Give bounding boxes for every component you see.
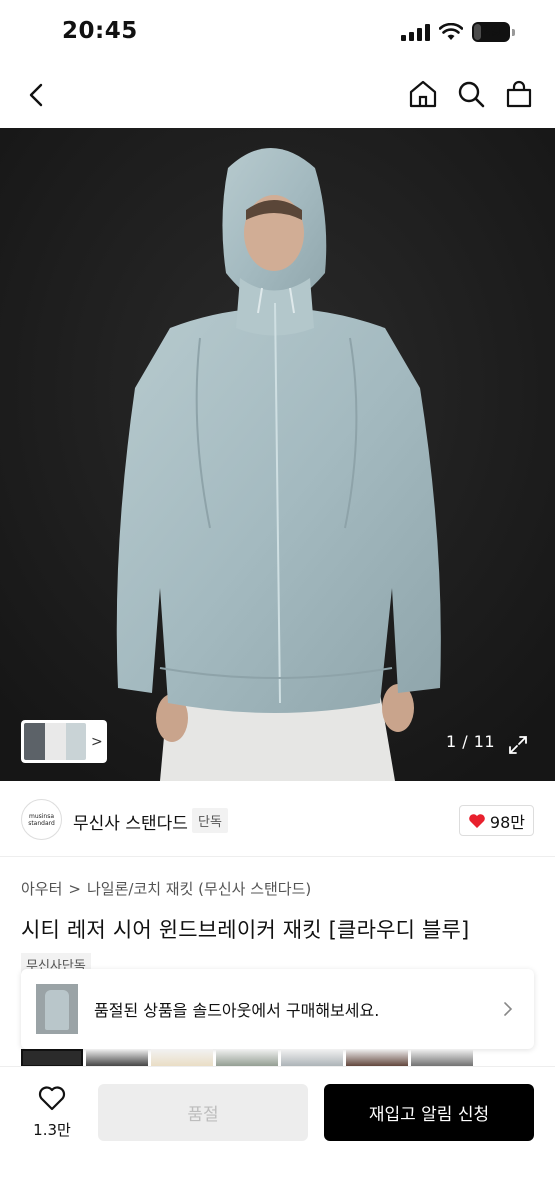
status-bar: 20:45 29 — [0, 0, 555, 62]
gallery-page-counter: 1 / 11 — [446, 732, 496, 751]
product-image-gallery[interactable]: > 1 / 11 — [0, 128, 555, 781]
color-thumbnail[interactable] — [216, 1049, 278, 1067]
status-time: 20:45 — [62, 18, 138, 44]
soldout-banner[interactable]: 품절된 상품을 솔드아웃에서 구매해보세요. — [21, 969, 534, 1049]
wishlist-button[interactable]: 1.3만 — [28, 1085, 76, 1140]
color-thumbnail[interactable] — [21, 1049, 83, 1067]
brand-logo-line2: standard — [28, 819, 55, 827]
breadcrumb-item[interactable]: 나일론/코치 재킷 (무신사 스탠다드) — [87, 878, 311, 899]
breadcrumb: 아우터 > 나일론/코치 재킷 (무신사 스탠다드) — [21, 878, 311, 899]
home-icon[interactable] — [407, 78, 439, 110]
color-thumbnail[interactable] — [86, 1049, 148, 1067]
heart-filled-icon — [469, 813, 485, 828]
expand-icon[interactable] — [507, 734, 529, 756]
brand-logo-line1: musinsa — [28, 812, 55, 820]
product-photo — [0, 128, 555, 781]
brand-row: musinsa standard 무신사 스탠다드 단독 98만 — [0, 781, 555, 857]
nav-bar — [0, 62, 555, 128]
chevron-right-icon — [504, 1002, 513, 1016]
bottom-action-bar: 1.3만 품절 재입고 알림 신청 — [0, 1066, 555, 1200]
status-icons: 29 — [401, 22, 515, 42]
search-icon[interactable] — [455, 78, 487, 110]
wifi-icon — [439, 23, 463, 40]
restock-alert-button[interactable]: 재입고 알림 신청 — [324, 1084, 534, 1141]
color-thumbnail[interactable] — [281, 1049, 343, 1067]
wishlist-count: 1.3만 — [33, 1121, 71, 1139]
signal-icon — [401, 23, 430, 41]
back-icon[interactable] — [22, 80, 52, 110]
brand-like-button[interactable]: 98만 — [458, 805, 534, 836]
color-thumbnail[interactable] — [151, 1049, 213, 1067]
brand-like-count: 98만 — [489, 812, 525, 832]
battery-cap — [512, 28, 515, 36]
battery-icon: 29 — [472, 22, 510, 42]
exclusive-badge: 단독 — [192, 808, 228, 833]
product-title: 시티 레저 시어 윈드브레이커 재킷 [클라우디 블루] — [21, 918, 470, 942]
brand-name[interactable]: 무신사 스탠다드 — [73, 809, 188, 834]
color-thumbnail[interactable] — [346, 1049, 408, 1067]
color-thumbnail-strip — [21, 1049, 555, 1067]
battery-level — [474, 24, 482, 40]
chevron-right-icon: > — [91, 733, 103, 750]
brand-logo[interactable]: musinsa standard — [21, 799, 62, 840]
chevron-right-icon: > — [68, 879, 81, 898]
battery-percent: 29 — [481, 24, 501, 40]
shopping-bag-icon[interactable] — [503, 78, 535, 110]
breadcrumb-item[interactable]: 아우터 — [21, 878, 62, 899]
gallery-preview-thumbnail — [24, 723, 86, 760]
gallery-preview-button[interactable]: > — [21, 720, 107, 763]
soldout-banner-text: 품절된 상품을 솔드아웃에서 구매해보세요. — [94, 1001, 380, 1020]
soldout-button[interactable]: 품절 — [98, 1084, 308, 1141]
heart-icon — [38, 1086, 66, 1111]
soldout-product-thumbnail — [36, 984, 78, 1034]
color-thumbnail[interactable] — [411, 1049, 473, 1067]
nav-actions — [407, 78, 535, 110]
